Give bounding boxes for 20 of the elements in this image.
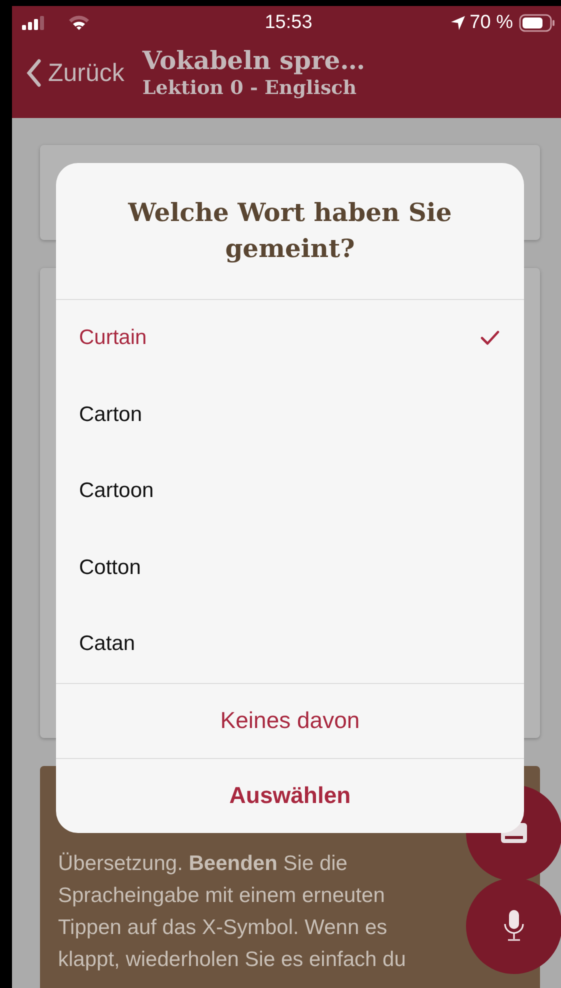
- select-button[interactable]: Auswählen: [56, 758, 524, 833]
- option-item[interactable]: Catan: [56, 606, 524, 682]
- screen-title: Vokabeln spre…: [142, 46, 366, 76]
- option-item[interactable]: Curtain: [56, 300, 524, 376]
- hint-text: Übersetzung. Beenden Sie die Spracheingabe mit einem erneuten Tippen auf das X-Symbol. Wenn es klappt, wiederholen Sie es einfach du: [58, 851, 407, 973]
- status-time: 15:53: [264, 12, 312, 34]
- option-item[interactable]: Cartoon: [56, 453, 524, 530]
- battery-icon: [518, 14, 555, 32]
- option-item[interactable]: Cotton: [56, 530, 524, 606]
- back-button[interactable]: Zurück: [26, 58, 124, 88]
- checkmark-icon: [480, 330, 500, 346]
- location-arrow-icon: [450, 15, 466, 31]
- screen-subtitle: Lektion 0 - Englisch: [142, 76, 358, 100]
- dialog-title: Welche Wort haben Sie gemeint?: [56, 163, 524, 300]
- chevron-left-icon: [26, 59, 42, 87]
- none-of-these-button[interactable]: Keines davon: [56, 682, 524, 758]
- microphone-icon: [503, 909, 525, 943]
- battery-percent: 70 %: [470, 12, 513, 34]
- wifi-icon: [68, 15, 90, 31]
- option-item[interactable]: Carton: [56, 376, 524, 453]
